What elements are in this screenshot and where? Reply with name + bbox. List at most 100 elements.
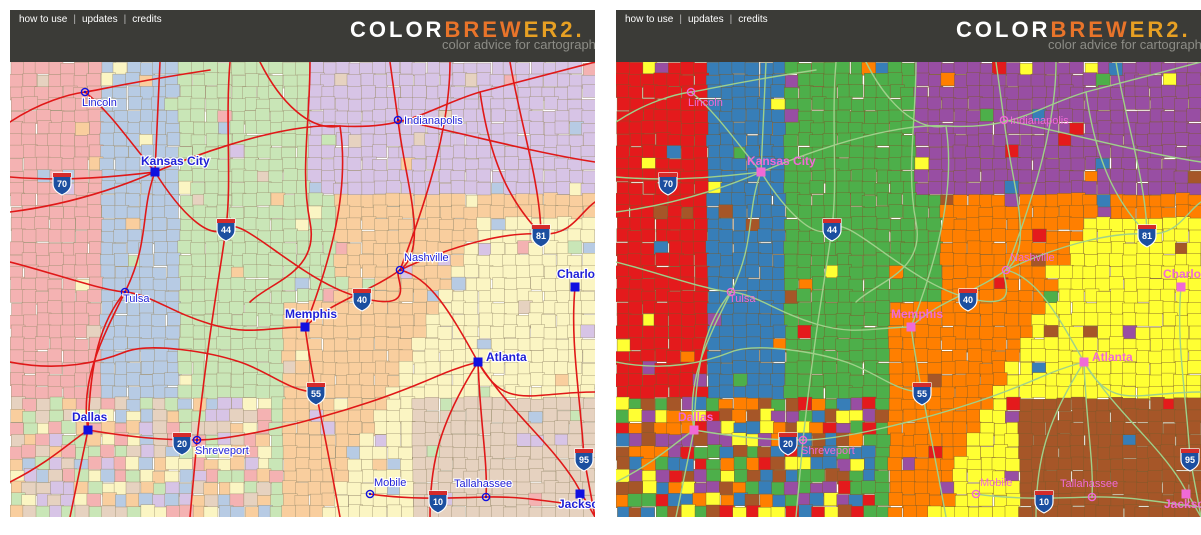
county-cell[interactable] xyxy=(732,205,747,219)
county-cell[interactable] xyxy=(463,206,479,221)
county-cell[interactable] xyxy=(360,169,376,184)
county-cell[interactable] xyxy=(164,397,180,411)
city-marker-square[interactable] xyxy=(300,322,310,332)
county-cell[interactable] xyxy=(811,506,826,517)
county-cell[interactable] xyxy=(86,432,102,447)
county-cell[interactable] xyxy=(73,182,89,196)
county-cell[interactable] xyxy=(901,470,916,484)
county-cell[interactable] xyxy=(681,326,696,340)
county-cell[interactable] xyxy=(965,168,981,183)
county-cell[interactable] xyxy=(1044,456,1060,471)
county-cell[interactable] xyxy=(1188,290,1201,304)
county-cell[interactable] xyxy=(125,193,140,207)
county-cell[interactable] xyxy=(1161,181,1176,195)
county-cell[interactable] xyxy=(1186,145,1201,159)
county-cell[interactable] xyxy=(229,408,244,423)
county-cell[interactable] xyxy=(629,469,644,483)
county-cell[interactable] xyxy=(1045,349,1060,363)
county-cell[interactable] xyxy=(582,253,595,267)
county-cell[interactable] xyxy=(759,494,775,508)
map-canvas[interactable]: 70 44 81 40 55 20 10 95 Lincoln Indianapolis Kans… xyxy=(616,62,1201,517)
county-cell[interactable] xyxy=(628,481,643,495)
county-cell[interactable] xyxy=(373,300,388,315)
county-cell[interactable] xyxy=(152,373,167,387)
county-cell[interactable] xyxy=(490,326,505,340)
county-cell[interactable] xyxy=(875,398,890,412)
county-cell[interactable] xyxy=(680,110,696,124)
county-cell[interactable] xyxy=(567,85,582,100)
county-cell[interactable] xyxy=(1148,313,1163,327)
county-cell[interactable] xyxy=(694,122,709,136)
county-cell[interactable] xyxy=(914,422,930,436)
county-cell[interactable] xyxy=(48,421,63,435)
county-cell[interactable] xyxy=(811,205,827,219)
county-cell[interactable] xyxy=(256,192,272,206)
county-cell[interactable] xyxy=(515,386,530,400)
county-cell[interactable] xyxy=(361,85,376,99)
county-cell[interactable] xyxy=(191,276,206,290)
county-cell[interactable] xyxy=(953,264,968,279)
county-cell[interactable] xyxy=(439,62,454,76)
county-cell[interactable] xyxy=(164,372,179,386)
county-cell[interactable] xyxy=(875,300,890,314)
county-cell[interactable] xyxy=(504,169,520,184)
county-cell[interactable] xyxy=(850,506,866,517)
county-cell[interactable] xyxy=(347,110,362,125)
county-cell[interactable] xyxy=(1136,277,1151,291)
county-cell[interactable] xyxy=(217,301,232,316)
county-cell[interactable] xyxy=(10,241,25,256)
county-cell[interactable] xyxy=(89,217,104,231)
county-cell[interactable] xyxy=(1056,397,1071,412)
county-cell[interactable] xyxy=(490,288,505,302)
county-cell[interactable] xyxy=(862,408,877,422)
county-cell[interactable] xyxy=(243,372,259,386)
county-cell[interactable] xyxy=(1070,385,1086,399)
county-cell[interactable] xyxy=(759,420,775,435)
county-cell[interactable] xyxy=(719,505,734,517)
county-cell[interactable] xyxy=(770,84,786,98)
county-cell[interactable] xyxy=(668,313,683,327)
county-cell[interactable] xyxy=(359,505,374,517)
county-cell[interactable] xyxy=(953,481,969,495)
county-cell[interactable] xyxy=(719,408,734,422)
county-cell[interactable] xyxy=(887,62,903,75)
county-cell[interactable] xyxy=(1045,168,1060,182)
county-cell[interactable] xyxy=(734,469,749,483)
county-cell[interactable] xyxy=(1070,506,1086,517)
county-cell[interactable] xyxy=(47,348,62,363)
county-cell[interactable] xyxy=(1017,99,1032,113)
county-cell[interactable] xyxy=(616,145,630,160)
county-cell[interactable] xyxy=(218,98,233,112)
county-cell[interactable] xyxy=(465,420,480,435)
county-cell[interactable] xyxy=(478,301,494,315)
county-cell[interactable] xyxy=(1097,97,1112,111)
county-cell[interactable] xyxy=(1031,266,1047,280)
county-cell[interactable] xyxy=(87,229,102,243)
county-cell[interactable] xyxy=(503,506,518,517)
county-cell[interactable] xyxy=(346,217,361,232)
county-cell[interactable] xyxy=(374,218,389,233)
county-cell[interactable] xyxy=(890,432,905,447)
county-cell[interactable] xyxy=(654,276,669,291)
county-cell[interactable] xyxy=(21,193,37,208)
county-cell[interactable] xyxy=(177,361,193,375)
county-cell[interactable] xyxy=(60,132,75,147)
county-cell[interactable] xyxy=(653,109,669,123)
county-cell[interactable] xyxy=(541,385,556,400)
county-cell[interactable] xyxy=(203,169,219,183)
county-cell[interactable] xyxy=(744,62,760,76)
county-cell[interactable] xyxy=(127,228,143,243)
county-cell[interactable] xyxy=(465,459,480,473)
county-cell[interactable] xyxy=(1111,421,1126,435)
county-cell[interactable] xyxy=(718,241,733,256)
county-cell[interactable] xyxy=(229,482,245,496)
county-cell[interactable] xyxy=(387,504,402,517)
county-cell[interactable] xyxy=(400,325,415,339)
county-cell[interactable] xyxy=(1109,276,1124,290)
county-cell[interactable] xyxy=(1110,288,1125,303)
county-cell[interactable] xyxy=(335,97,350,112)
county-cell[interactable] xyxy=(848,350,864,364)
county-cell[interactable] xyxy=(295,433,310,448)
county-cell[interactable] xyxy=(269,338,285,353)
county-cell[interactable] xyxy=(785,122,801,136)
